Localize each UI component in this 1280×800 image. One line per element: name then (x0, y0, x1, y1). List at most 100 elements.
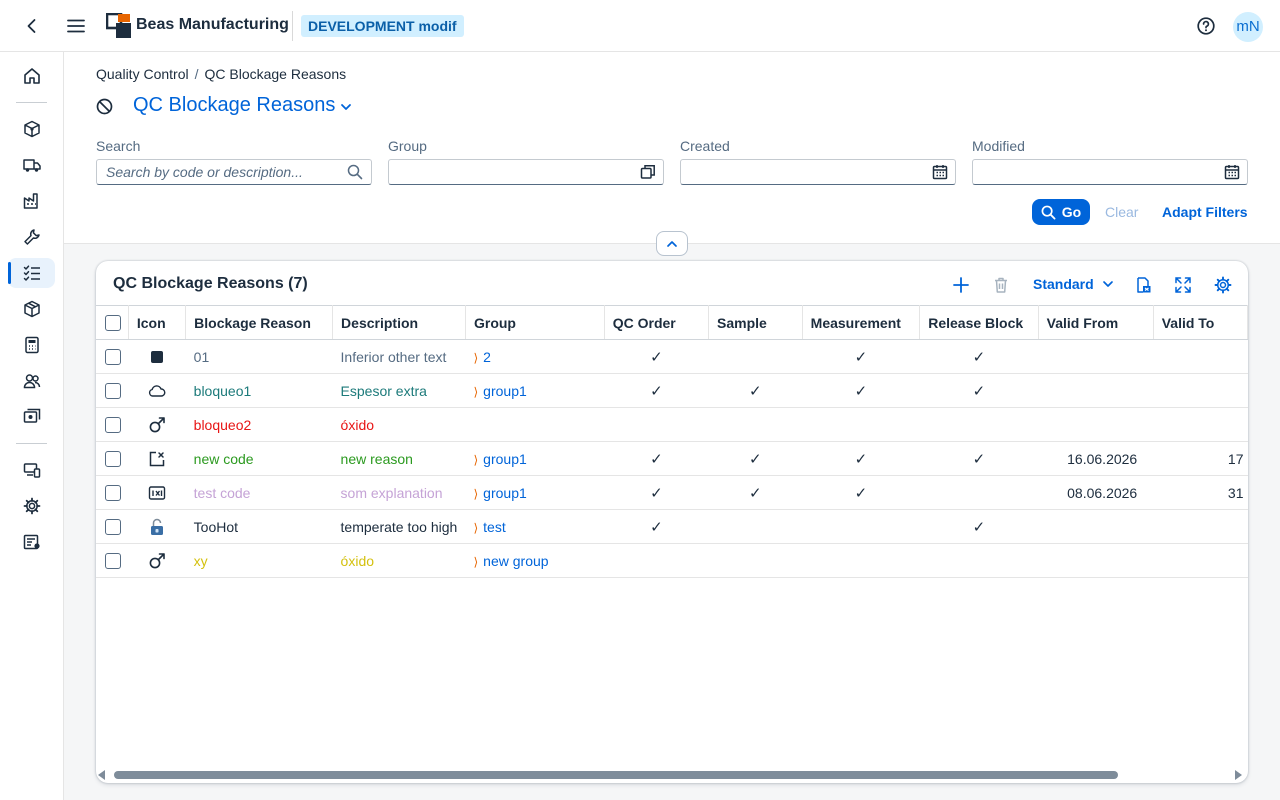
valid-from-cell (1038, 339, 1154, 374)
beas-logo-icon[interactable] (106, 13, 132, 39)
chevron-right-icon: ⟩ (473, 384, 479, 399)
calendar-icon[interactable] (932, 164, 948, 180)
money-bills-icon (23, 408, 41, 426)
measurement-cell (802, 509, 920, 544)
column-header-valid-to[interactable]: Valid To (1153, 305, 1248, 340)
column-header-qc-order[interactable]: QC Order (604, 305, 710, 340)
measurement-cell (802, 407, 920, 442)
search-icon[interactable] (347, 164, 363, 180)
qc-order-cell: ✓ (604, 373, 709, 408)
nav-products[interactable] (8, 114, 55, 144)
table-row[interactable]: TooHot temperate too high ⟩ test ✓ ✓ (96, 509, 1248, 544)
column-header-release-block[interactable]: Release Block (919, 305, 1039, 340)
icon-cell (128, 475, 186, 510)
chevron-right-icon: ⟩ (473, 452, 479, 467)
clear-button[interactable]: Clear (1105, 204, 1138, 220)
release-block-cell (919, 543, 1039, 578)
adapt-filters-button[interactable]: Adapt Filters (1162, 204, 1248, 220)
group-link[interactable]: ⟩ new group (473, 553, 548, 569)
nav-devices[interactable] (8, 455, 55, 485)
nav-finance[interactable] (8, 402, 55, 432)
nav-shipping[interactable] (8, 150, 55, 180)
nav-quality-control[interactable] (8, 258, 55, 288)
scroll-right-arrow-icon[interactable] (1235, 770, 1242, 780)
hamburger-menu-icon[interactable] (66, 16, 86, 36)
collapse-header-button[interactable] (656, 231, 688, 256)
row-checkbox[interactable] (105, 451, 121, 468)
row-checkbox[interactable] (105, 519, 121, 536)
valid-to-cell (1153, 339, 1248, 374)
scrollbar-thumb[interactable] (114, 771, 1118, 779)
group-cell: ⟩ new group (465, 543, 605, 578)
breadcrumb-link-quality-control[interactable]: Quality Control (96, 66, 189, 82)
column-header-valid-from[interactable]: Valid From (1038, 305, 1154, 340)
select-all-checkbox[interactable] (105, 315, 121, 332)
row-checkbox[interactable] (105, 383, 121, 400)
add-icon[interactable] (951, 275, 971, 295)
group-link[interactable]: ⟩ test (473, 519, 505, 535)
column-header-sample[interactable]: Sample (708, 305, 803, 340)
row-checkbox[interactable] (105, 417, 121, 434)
column-header-group[interactable]: Group (465, 305, 605, 340)
app-brand[interactable]: Beas Manufacturing (136, 16, 289, 34)
valid-from-cell (1038, 543, 1154, 578)
table-row[interactable]: new code new reason ⟩ group1 ✓ ✓ ✓ ✓ 16.06.2026 1… (96, 441, 1248, 476)
chevron-up-icon (665, 237, 679, 251)
created-date-field[interactable] (680, 159, 956, 185)
search-icon (1041, 205, 1056, 220)
settings-gear-icon[interactable] (1213, 275, 1233, 295)
valid-to-cell: 17 (1153, 441, 1248, 476)
search-input[interactable] (96, 159, 372, 185)
blockage-reason-cell: new code (185, 441, 333, 476)
calendar-icon[interactable] (1224, 164, 1240, 180)
group-link[interactable]: ⟩ 2 (473, 349, 490, 365)
size-badge-icon (136, 485, 177, 501)
column-header-description[interactable]: Description (332, 305, 466, 340)
chevron-down-icon[interactable] (339, 100, 353, 114)
nav-tools[interactable] (8, 222, 55, 252)
delete-icon[interactable] (991, 275, 1011, 295)
table-row[interactable]: test code som explanation ⟩ group1 ✓ ✓ ✓ 08.06.… (96, 475, 1248, 510)
page-title[interactable]: QC Blockage Reasons (133, 94, 335, 117)
nav-people[interactable] (8, 366, 55, 396)
row-checkbox[interactable] (105, 485, 121, 502)
nav-factory[interactable] (8, 186, 55, 216)
back-icon[interactable] (22, 16, 42, 36)
table-row[interactable]: bloqueo2 óxido (96, 407, 1248, 442)
release-block-cell (919, 475, 1039, 510)
value-help-icon[interactable] (640, 164, 656, 180)
export-icon[interactable] (1133, 275, 1153, 295)
description-cell: new reason (332, 441, 466, 476)
group-link[interactable]: ⟩ group1 (473, 451, 526, 467)
help-icon[interactable] (1196, 16, 1216, 36)
full-screen-icon[interactable] (1173, 275, 1193, 295)
sample-cell (708, 339, 803, 374)
row-checkbox[interactable] (105, 553, 121, 570)
scroll-left-arrow-icon[interactable] (98, 770, 105, 780)
column-header-icon[interactable]: Icon (128, 305, 187, 340)
nav-settings[interactable] (8, 491, 55, 521)
nav-packages[interactable] (8, 294, 55, 324)
chevron-down-icon (1102, 278, 1114, 290)
table-row[interactable]: 01 Inferior other text ⟩ 2 ✓ ✓ ✓ (96, 339, 1248, 374)
qc-order-cell: ✓ (604, 475, 709, 510)
measurement-cell: ✓ (802, 373, 920, 408)
table-row[interactable]: xy óxido ⟩ new group (96, 543, 1248, 578)
group-link[interactable]: ⟩ group1 (473, 383, 526, 399)
row-checkbox[interactable] (105, 349, 121, 366)
checkmark-icon: ✓ (650, 450, 663, 468)
nav-home[interactable] (8, 61, 55, 91)
column-header-blockage-reason[interactable]: Blockage Reason (185, 305, 334, 340)
group-link[interactable]: ⟩ group1 (473, 485, 526, 501)
go-button[interactable]: Go (1032, 199, 1090, 225)
group-field[interactable] (388, 159, 664, 185)
modified-date-field[interactable] (972, 159, 1248, 185)
table-row[interactable]: bloqueo1 Espesor extra ⟩ group1 ✓ ✓ ✓ ✓ (96, 373, 1248, 408)
user-avatar[interactable]: mN (1233, 12, 1263, 42)
nav-calculator[interactable] (8, 330, 55, 360)
nav-reports[interactable] (8, 527, 55, 557)
variant-management[interactable]: Standard (1033, 276, 1114, 292)
horizontal-scrollbar[interactable] (96, 767, 1248, 783)
column-header-measurement[interactable]: Measurement (802, 305, 921, 340)
icon-cell (128, 339, 186, 374)
